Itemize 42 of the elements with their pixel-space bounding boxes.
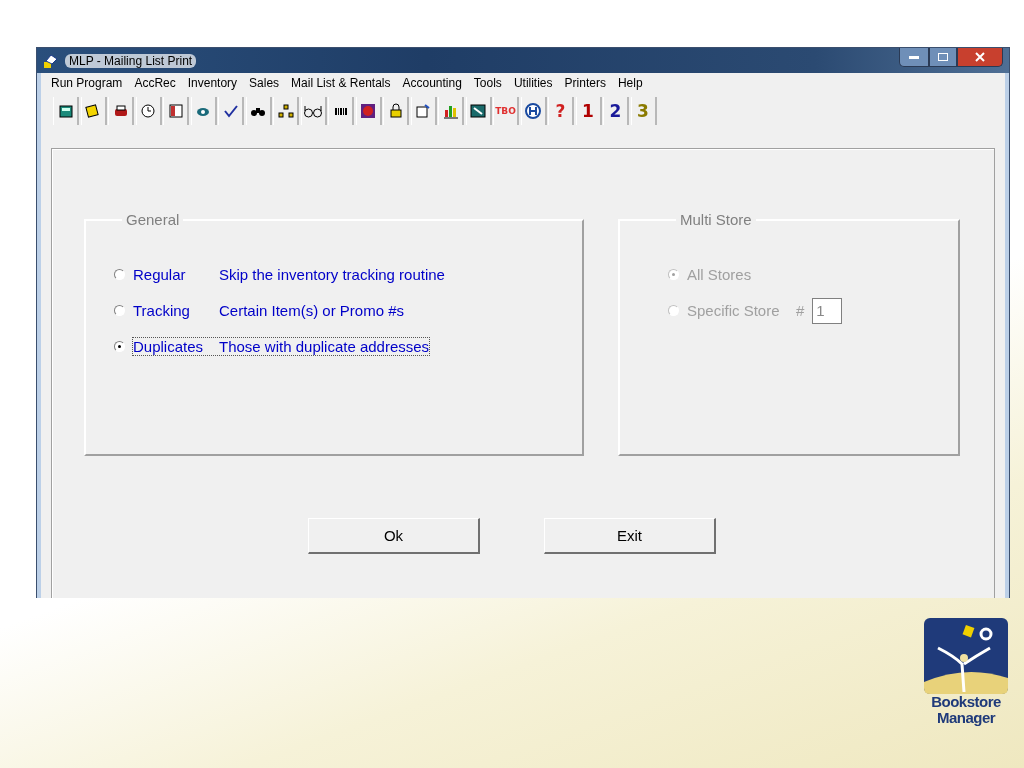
clock-icon — [139, 102, 157, 120]
logo-text: Bookstore — [931, 694, 1001, 710]
menu-item[interactable]: Sales — [243, 75, 286, 90]
menu-item[interactable]: Accounting — [396, 75, 468, 90]
toolbar-button[interactable]: 3 — [630, 97, 657, 125]
menu-item[interactable]: Utilities — [507, 75, 559, 90]
minimize-button[interactable] — [899, 48, 929, 67]
menu-item[interactable]: Tools — [467, 75, 508, 90]
menu-item[interactable]: Run Program — [45, 75, 129, 90]
target-icon — [359, 102, 377, 120]
exit-button[interactable]: Exit — [544, 518, 716, 554]
close-icon — [975, 52, 985, 62]
menu-item[interactable]: Help — [611, 75, 649, 90]
ok-button[interactable]: Ok — [308, 518, 480, 554]
radio-button[interactable] — [114, 305, 125, 316]
radio-button[interactable] — [114, 269, 125, 280]
calculator-icon — [56, 102, 75, 120]
menu-item[interactable]: Printers — [558, 75, 612, 90]
minimize-icon — [909, 55, 919, 59]
option-label[interactable]: Duplicates Those with duplicate addresses — [133, 338, 430, 355]
screen-icon — [469, 102, 487, 120]
document-icon — [414, 102, 432, 120]
option-label[interactable]: Regular Skip the inventory tracking routine — [133, 266, 445, 283]
maximize-button[interactable] — [929, 48, 957, 67]
menu-item[interactable]: AccRec — [128, 75, 182, 90]
app-icon — [43, 52, 59, 69]
option-label[interactable]: Tracking Certain Item(s) or Promo #s — [133, 302, 405, 319]
hierarchy-icon — [276, 102, 295, 120]
toolbar-button[interactable]: ? — [548, 97, 574, 125]
close-button[interactable] — [957, 48, 1003, 67]
calendar-icon — [166, 102, 185, 120]
toolbar-button[interactable]: 1 — [575, 97, 602, 125]
radio-button[interactable] — [114, 341, 125, 352]
toolbar-button[interactable]: 2 — [603, 97, 629, 125]
toolbar-button[interactable]: TBO — [493, 97, 519, 125]
menu-item[interactable]: Inventory — [181, 75, 244, 90]
window-title: MLP - Mailing List Print — [65, 53, 197, 68]
maximize-icon — [938, 53, 948, 61]
number-sign: # — [794, 302, 805, 319]
circled-h-icon — [524, 102, 542, 120]
logo-text: Manager — [936, 710, 996, 726]
menu-item[interactable]: Mail List & Rentals — [285, 75, 397, 90]
